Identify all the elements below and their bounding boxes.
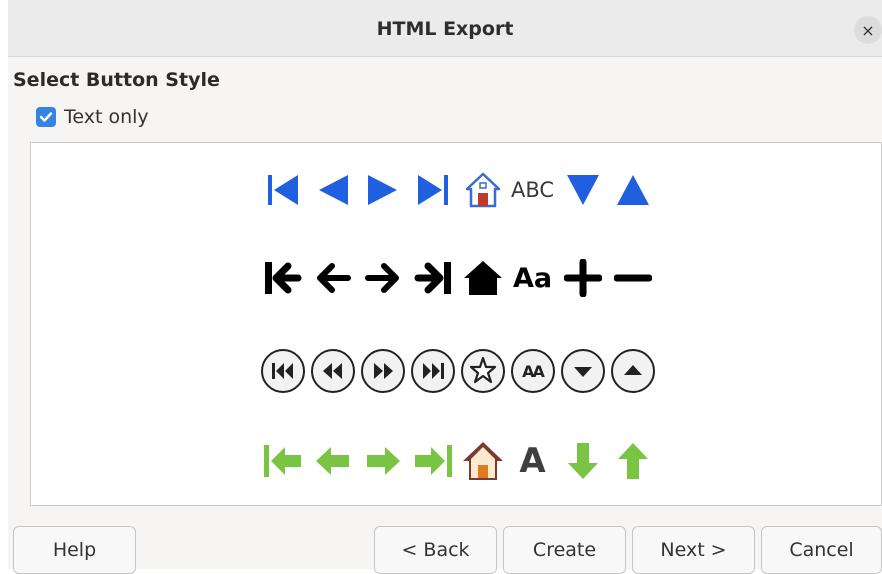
section-title: Select Button Style (13, 69, 220, 91)
checkmark-icon (39, 112, 53, 122)
cancel-button[interactable]: Cancel (761, 526, 882, 574)
previous-page-icon (309, 346, 356, 396)
previous-page-icon (309, 165, 356, 215)
down-icon (559, 436, 606, 486)
collapse-icon (609, 253, 656, 303)
back-button[interactable]: < Back (374, 526, 497, 574)
text-icon: Aa (512, 262, 553, 294)
next-button[interactable]: Next > (632, 526, 755, 574)
star-icon (459, 346, 506, 396)
last-page-icon (409, 253, 456, 303)
previous-page-icon (309, 436, 356, 486)
last-page-icon (409, 436, 456, 486)
first-page-icon (259, 346, 306, 396)
last-page-icon (409, 165, 456, 215)
close-button[interactable]: × (854, 16, 882, 44)
button-style-panel[interactable]: ABC Aa AA A (30, 142, 882, 506)
up-icon (609, 346, 656, 396)
previous-page-icon (309, 253, 356, 303)
home-icon (459, 253, 506, 303)
dialog-button-bar: Help < Back Create Next > Cancel (8, 526, 882, 574)
text-icon: A (519, 441, 546, 481)
button-style-round-buttons[interactable]: AA (259, 346, 659, 396)
dialog-title: HTML Export (376, 18, 514, 40)
button-style-green-arrows[interactable]: A (259, 436, 659, 486)
text-icon: AA (509, 346, 556, 396)
create-button[interactable]: Create (503, 526, 626, 574)
text-icon: ABC (510, 178, 555, 202)
text-only-option[interactable]: Text only (36, 106, 149, 128)
first-page-icon (259, 165, 306, 215)
text-only-label: Text only (64, 106, 149, 128)
expand-icon (559, 165, 606, 215)
close-icon: × (861, 20, 875, 40)
expand-icon (559, 253, 606, 303)
home-icon (459, 436, 506, 486)
next-page-icon (359, 253, 406, 303)
title-bar: HTML Export × (8, 0, 882, 57)
first-page-icon (259, 436, 306, 486)
text-only-checkbox[interactable] (36, 107, 56, 127)
next-page-icon (359, 165, 406, 215)
button-style-blue-triangles[interactable]: ABC (259, 165, 659, 215)
down-icon (559, 346, 606, 396)
up-icon (609, 436, 656, 486)
html-export-dialog: HTML Export × Select Button Style Text o… (8, 0, 882, 574)
home-icon (459, 165, 506, 215)
first-page-icon (259, 253, 306, 303)
next-page-icon (359, 346, 406, 396)
last-page-icon (409, 346, 456, 396)
help-button[interactable]: Help (13, 526, 136, 574)
next-page-icon (359, 436, 406, 486)
button-style-black-arrows[interactable]: Aa (259, 253, 659, 303)
collapse-icon (609, 165, 656, 215)
